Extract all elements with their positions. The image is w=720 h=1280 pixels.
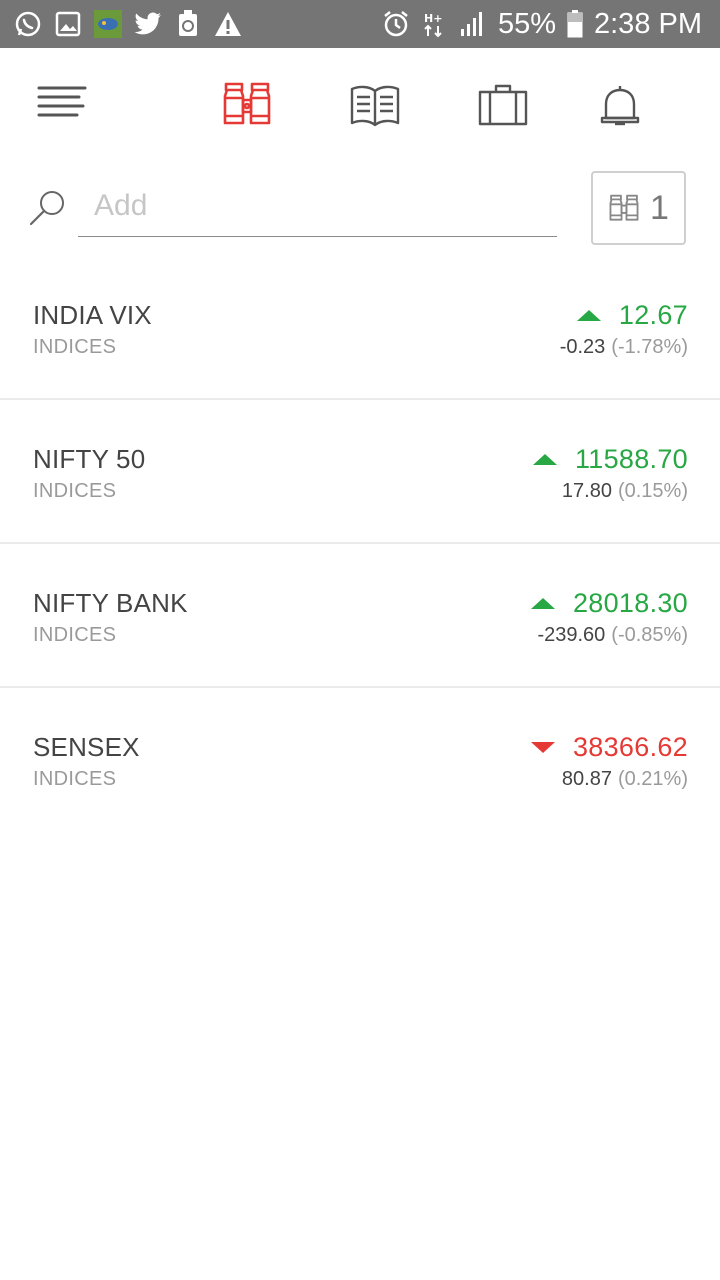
price-block: 38366.62 [530,732,688,763]
price-block: 11588.70 [532,444,688,475]
instrument-exchange: INDICES [33,768,117,790]
bell-icon [600,86,640,126]
twitter-icon [132,8,164,40]
instrument-exchange: INDICES [33,480,117,502]
instrument-name: NIFTY BANK [33,588,188,618]
list-item[interactable]: INDIA VIX INDICES 12.67 -0.23 (-1.78%) [0,256,720,400]
change-block: 80.87 (0.21%) [562,768,688,791]
change-block: -239.60 (-0.85%) [537,624,688,647]
game-app-icon [92,8,124,40]
instrument-exchange: INDICES [33,624,117,646]
net-change: 80.87 [561,768,612,790]
price-block: 28018.30 [530,588,688,619]
down-arrow-icon [530,742,555,753]
list-item[interactable]: SENSEX INDICES 38366.62 80.87 (0.21%) [0,688,720,832]
percent-change: (0.21%) [617,768,688,790]
warning-icon [212,8,244,40]
last-price: 38366.62 [572,732,688,762]
binoculars-icon [223,82,271,125]
top-nav [0,48,720,160]
whatsapp-icon [12,8,44,40]
svg-text:H+: H+ [424,12,442,25]
up-arrow-icon [532,454,557,465]
price-block: 12.67 [576,300,688,331]
briefcase-icon [478,84,528,126]
menu-button[interactable] [30,76,94,128]
list-item[interactable]: NIFTY 50 INDICES 11588.70 17.80 (0.15%) [0,400,720,544]
net-change: -239.60 [537,624,606,646]
percent-change: (-0.85%) [611,624,688,646]
signal-icon [456,8,488,40]
portfolio-tab[interactable] [474,78,532,132]
battery-percent: 55% [497,7,556,40]
instrument-name: SENSEX [33,732,140,762]
instrument-name: INDIA VIX [33,300,152,330]
binoculars-icon [609,194,639,221]
battery-icon [566,8,584,40]
book-icon [350,85,400,127]
instrument-name: NIFTY 50 [33,444,146,474]
instrument-exchange: INDICES [33,336,117,358]
clock: 2:38 PM [594,7,702,40]
recycle-icon [172,8,204,40]
alerts-tab[interactable] [594,78,646,132]
news-tab[interactable] [346,78,404,132]
last-price: 11588.70 [574,444,688,474]
watchlist-tab[interactable] [218,76,276,132]
up-arrow-icon [576,310,601,321]
status-bar-notifications [12,8,244,40]
percent-change: (0.15%) [617,480,688,502]
alarm-icon [380,8,412,40]
watchlist-selector-button[interactable]: 1 [591,171,686,245]
net-change: 17.80 [561,480,612,502]
up-arrow-icon [530,598,555,609]
menu-icon [37,86,87,117]
status-bar-system: H+ 55% 2:38 PM [380,6,702,42]
network-icon: H+ [422,8,446,40]
change-block: 17.80 (0.15%) [562,480,688,503]
search-input[interactable] [78,176,557,237]
watchlist-number: 1 [650,188,669,227]
gallery-icon [52,8,84,40]
last-price: 28018.30 [572,588,688,618]
percent-change: (-1.78%) [611,336,688,358]
search-icon [28,188,68,228]
last-price: 12.67 [618,300,688,330]
net-change: -0.23 [559,336,606,358]
instrument-list: INDIA VIX INDICES 12.67 -0.23 (-1.78%) NI… [0,256,720,832]
change-block: -0.23 (-1.78%) [560,336,688,359]
status-bar: H+ 55% 2:38 PM [0,0,720,48]
list-item[interactable]: NIFTY BANK INDICES 28018.30 -239.60 (-0.8… [0,544,720,688]
